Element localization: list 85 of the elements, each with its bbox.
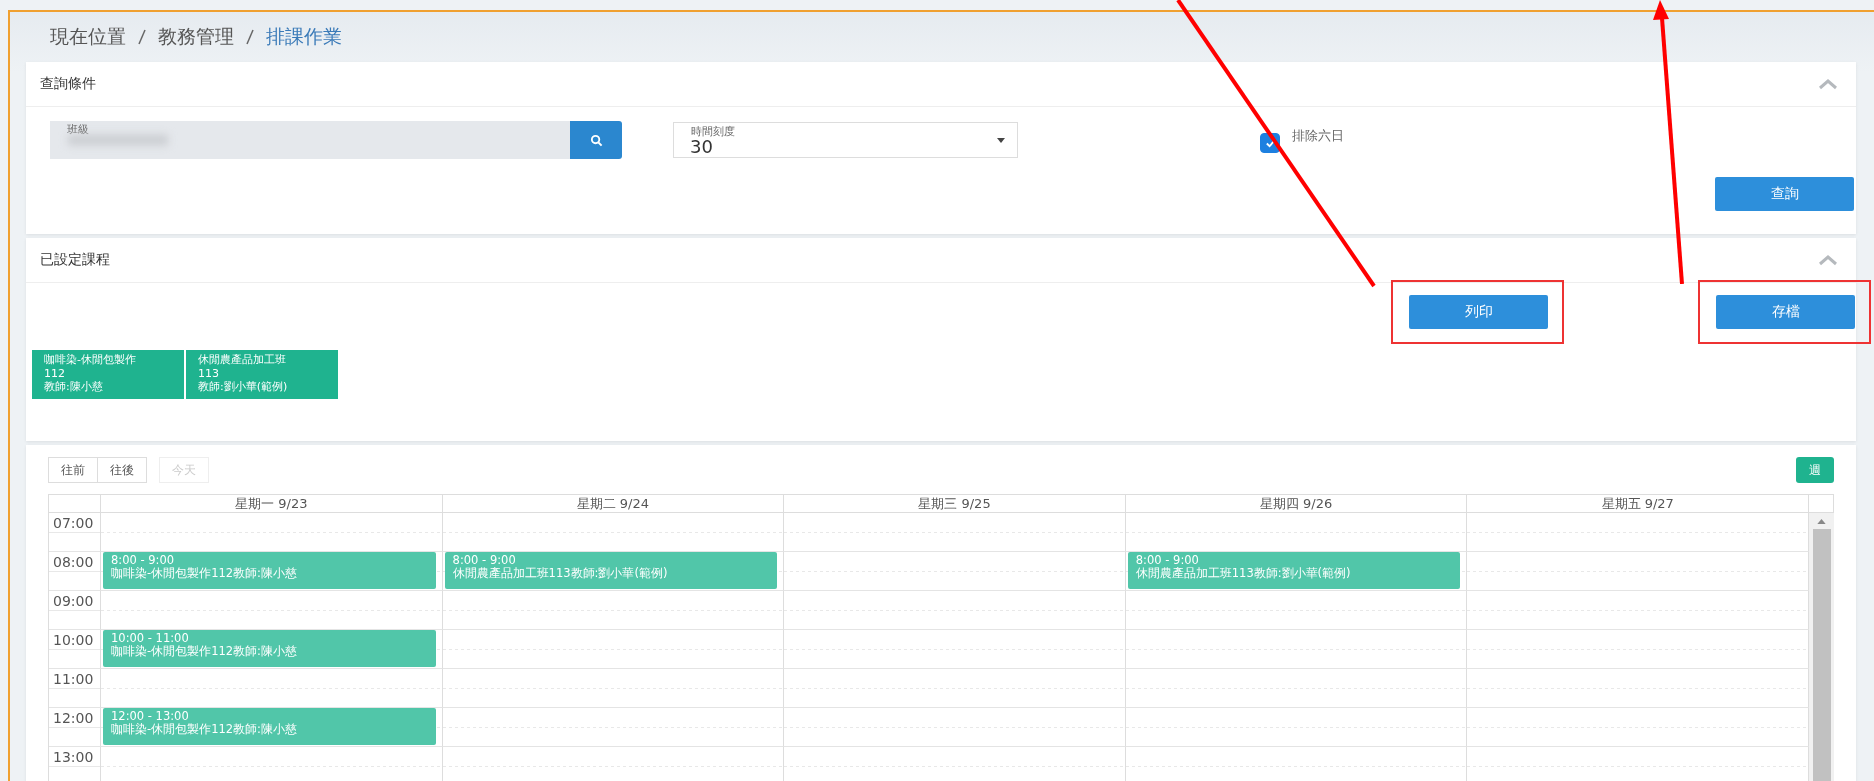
event-time: 10:00 - 11:00	[111, 632, 190, 645]
day-header: 星期四 9/26	[1125, 495, 1468, 513]
calendar-cell[interactable]	[1467, 747, 1809, 781]
day-header: 星期一 9/23	[101, 495, 443, 513]
time-label: 13:00	[53, 749, 94, 765]
panel-title: 已設定課程	[40, 251, 110, 269]
breadcrumb-separator-icon	[138, 29, 146, 45]
chip-line: 休閒農產品加工班	[198, 353, 287, 367]
calendar-cell[interactable]	[442, 513, 785, 552]
day-header: 星期二 9/24	[442, 495, 785, 513]
calendar-cell[interactable]	[442, 708, 785, 747]
event-time: 8:00 - 9:00	[1135, 554, 1200, 567]
calendar-cell[interactable]	[1125, 591, 1468, 630]
day-header: 星期三 9/25	[784, 495, 1126, 513]
action-button[interactable]: 列印	[1409, 295, 1548, 329]
collapse-icon[interactable]	[1818, 78, 1838, 90]
calendar-cell[interactable]	[784, 669, 1126, 708]
calendar-cell[interactable]	[784, 747, 1126, 781]
calendar-cell[interactable]	[1467, 591, 1809, 630]
chip-line: 112	[44, 366, 66, 380]
time-label: 10:00	[53, 632, 94, 648]
calendar-cell[interactable]	[442, 747, 785, 781]
chip-line: 咖啡染-休閒包製作	[44, 353, 137, 367]
event-title: 休閒農產品加工班113教師:劉小華(範例)	[1135, 567, 1352, 580]
search-icon	[589, 133, 603, 147]
action-button[interactable]: 存檔	[1716, 295, 1855, 329]
chip-line: 113	[198, 366, 220, 380]
calendar-cell[interactable]	[1125, 708, 1468, 747]
calendar-cell[interactable]	[442, 630, 785, 669]
scroll-up-icon[interactable]	[1817, 519, 1826, 524]
calendar-cell[interactable]	[101, 669, 443, 708]
calendar-cell[interactable]	[1125, 747, 1468, 781]
breadcrumb-item: 排課作業	[266, 24, 342, 49]
calendar-cell[interactable]	[1467, 513, 1809, 552]
chip-line: 教師:陳小慈	[44, 380, 104, 394]
field-label: 班級	[66, 122, 90, 137]
calendar-cell[interactable]	[784, 630, 1126, 669]
interval-select[interactable]: 時間刻度 30	[673, 122, 1018, 158]
time-label: 09:00	[53, 593, 94, 609]
event-time: 8:00 - 9:00	[111, 554, 176, 567]
event-time: 8:00 - 9:00	[452, 554, 517, 567]
calendar-cell[interactable]	[101, 513, 443, 552]
breadcrumb-item[interactable]: 現在位置	[50, 24, 126, 50]
event-title: 休閒農產品加工班113教師:劉小華(範例)	[452, 567, 669, 580]
panel-title: 查詢條件	[40, 75, 96, 93]
calendar-cell[interactable]	[1125, 513, 1468, 552]
calendar-cell[interactable]	[1125, 630, 1468, 669]
calendar-cell[interactable]	[1467, 630, 1809, 669]
checkbox-label: 排除六日	[1292, 127, 1344, 145]
calendar-cell[interactable]	[1467, 669, 1809, 708]
calendar-cell[interactable]	[101, 591, 443, 630]
time-label: 12:00	[53, 710, 94, 726]
breadcrumb-item[interactable]: 教務管理	[158, 24, 234, 50]
calendar-cell[interactable]	[1125, 669, 1468, 708]
search-button[interactable]	[570, 121, 622, 159]
calendar-cell[interactable]	[442, 669, 785, 708]
breadcrumb-separator-icon	[246, 29, 254, 45]
calendar-cell[interactable]	[1467, 552, 1809, 591]
caret-icon	[997, 137, 1005, 143]
query-button[interactable]: 查詢	[1715, 177, 1854, 211]
course-chip[interactable]: 咖啡染-休閒包製作 112 教師:陳小慈	[32, 350, 184, 399]
time-label: 11:00	[53, 671, 94, 687]
day-header: 星期五 9/27	[1467, 495, 1809, 513]
calendar-cell[interactable]	[784, 513, 1126, 552]
event-time: 12:00 - 13:00	[111, 710, 190, 723]
week-view-button[interactable]: 週	[1796, 457, 1834, 483]
time-label: 08:00	[53, 554, 94, 570]
event-title: 咖啡染-休閒包製作112教師:陳小慈	[111, 645, 298, 658]
time-label: 07:00	[53, 515, 94, 531]
nav-button[interactable]: 往前	[48, 457, 98, 483]
class-field[interactable]: 班級	[50, 121, 570, 159]
event-title: 咖啡染-休閒包製作112教師:陳小慈	[111, 723, 298, 736]
calendar-cell[interactable]	[442, 591, 785, 630]
scrollbar[interactable]	[1809, 513, 1834, 781]
calendar-cell[interactable]	[784, 591, 1126, 630]
calendar-cell[interactable]	[1467, 708, 1809, 747]
chip-line: 教師:劉小華(範例)	[198, 380, 289, 394]
event-title: 咖啡染-休閒包製作112教師:陳小慈	[111, 567, 298, 580]
calendar-cell[interactable]	[784, 708, 1126, 747]
field-label: 時間刻度	[690, 124, 736, 139]
calendar-cell[interactable]	[101, 747, 443, 781]
calendar-cell[interactable]	[784, 552, 1126, 591]
nav-button[interactable]: 往後	[98, 457, 147, 483]
collapse-icon[interactable]	[1818, 254, 1838, 266]
course-chip[interactable]: 休閒農產品加工班 113 教師:劉小華(範例)	[186, 350, 338, 399]
